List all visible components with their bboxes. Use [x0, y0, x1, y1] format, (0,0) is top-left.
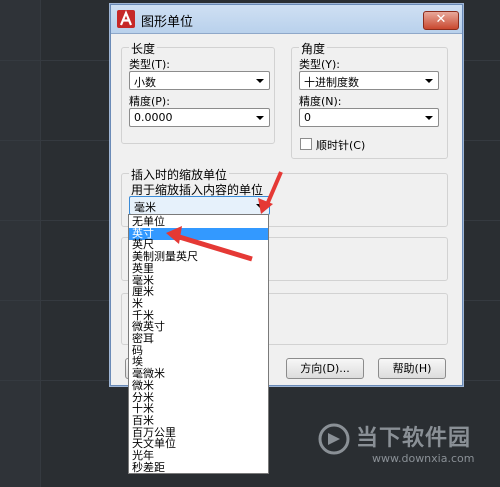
length-type-label: 类型(T): — [129, 58, 171, 71]
chevron-down-icon — [425, 79, 433, 83]
direction-button[interactable]: 方向(D)... — [286, 358, 364, 379]
watermark-name: 当下软件园 — [356, 426, 472, 451]
watermark-url: www.downxia.com — [372, 452, 475, 465]
title-bar[interactable]: 图形单位 ✕ — [111, 5, 462, 34]
length-precision-value: 0.0000 — [134, 111, 173, 124]
angle-type-select[interactable]: 十进制度数 — [299, 71, 439, 90]
chevron-down-icon — [256, 116, 264, 120]
insertion-scale-select[interactable]: 毫米 — [129, 196, 270, 215]
angle-type-label: 类型(Y): — [299, 58, 341, 71]
length-precision-select[interactable]: 0.0000 — [129, 108, 270, 127]
background-gridline — [40, 0, 41, 487]
help-button[interactable]: 帮助(H) — [378, 358, 446, 379]
close-button[interactable]: ✕ — [423, 11, 459, 30]
angle-precision-value: 0 — [304, 111, 311, 124]
watermark-logo-icon — [318, 423, 350, 455]
length-group-label: 长度 — [129, 40, 158, 57]
autocad-logo-icon — [117, 10, 135, 28]
clockwise-label[interactable]: 顺时针(C) — [316, 137, 365, 153]
angle-type-value: 十进制度数 — [304, 76, 359, 89]
chevron-down-icon — [256, 79, 264, 83]
clockwise-checkbox[interactable] — [300, 138, 312, 150]
dropdown-option[interactable]: 秒差距 — [132, 461, 165, 473]
insertion-scale-value: 毫米 — [134, 201, 156, 214]
insertion-scale-dropdown-list[interactable]: 无单位 英寸 英尺 美制测量英尺 英里 毫米 厘米米千米 微英寸 密耳码埃毫微米 微米 分米 十米 百米… — [128, 214, 269, 474]
angle-precision-label: 精度(N): — [299, 95, 342, 108]
chevron-down-icon — [256, 204, 264, 208]
length-type-select[interactable]: 小数 — [129, 71, 270, 90]
dropdown-option[interactable]: 微米 — [132, 379, 154, 392]
chevron-down-icon — [425, 116, 433, 120]
angle-group-label: 角度 — [299, 40, 328, 57]
dialog-title: 图形单位 — [141, 15, 194, 30]
angle-precision-select[interactable]: 0 — [299, 108, 439, 127]
length-precision-label: 精度(P): — [129, 95, 170, 108]
dropdown-option[interactable]: 英里 — [132, 262, 154, 275]
length-type-value: 小数 — [134, 76, 156, 89]
